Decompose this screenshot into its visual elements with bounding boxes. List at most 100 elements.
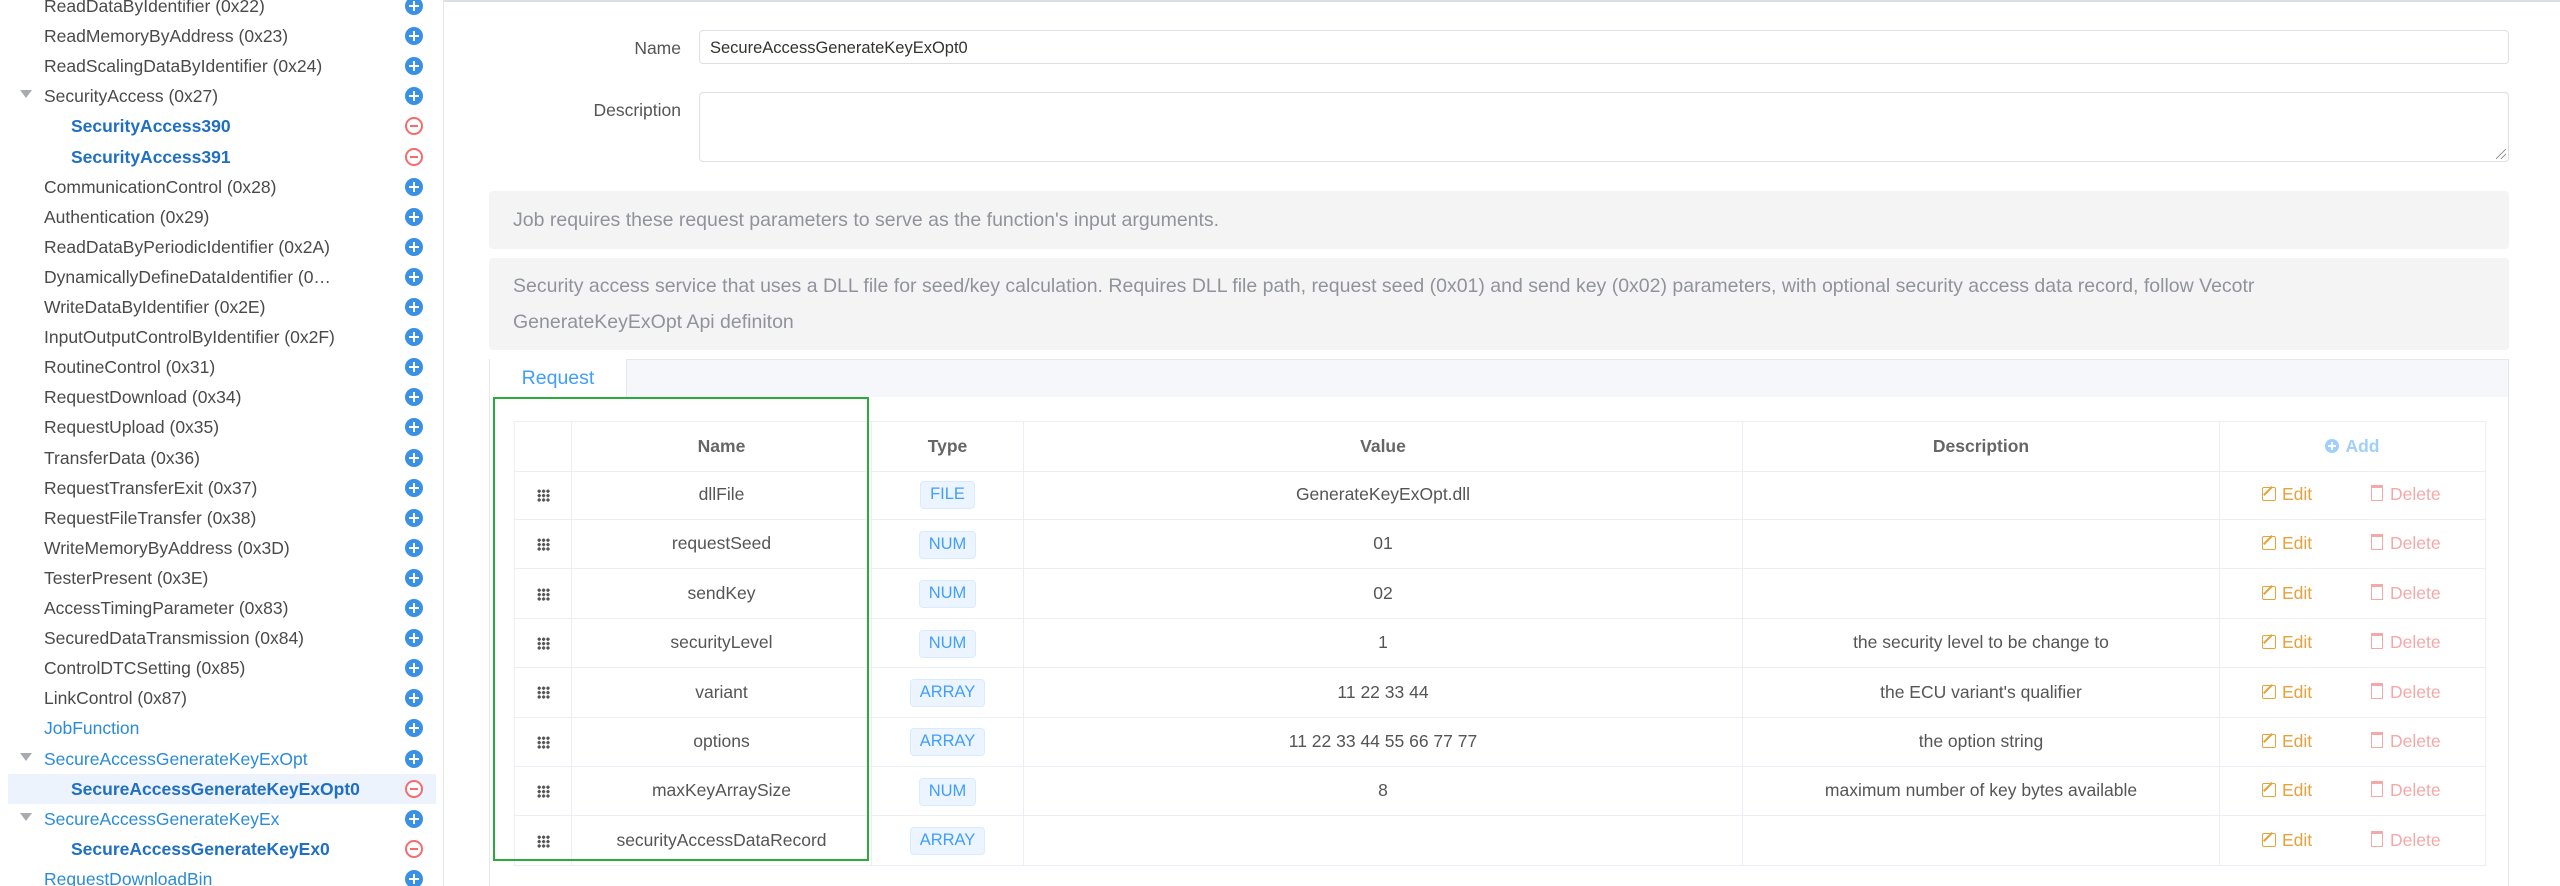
sidebar-item[interactable]: ReadMemoryByAddress (0x23) <box>0 21 443 51</box>
edit-button[interactable]: Edit <box>2262 618 2312 667</box>
sidebar-item[interactable]: WriteDataByIdentifier (0x2E) <box>0 292 443 322</box>
sidebar-item[interactable]: ControlDTCSetting (0x85) <box>0 653 443 683</box>
expand-caret-icon[interactable] <box>20 90 32 99</box>
add-circle-icon[interactable] <box>405 177 423 196</box>
edit-button[interactable]: Edit <box>2262 816 2312 865</box>
resize-grip-icon[interactable] <box>2496 149 2506 159</box>
add-circle-icon[interactable] <box>405 659 423 678</box>
delete-button[interactable]: Delete <box>2371 717 2441 766</box>
add-circle-icon[interactable] <box>405 809 423 828</box>
name-input[interactable]: SecureAccessGenerateKeyExOpt0 <box>699 30 2509 64</box>
drag-cell[interactable] <box>514 568 571 618</box>
remove-circle-icon[interactable] <box>405 147 423 166</box>
drag-cell[interactable] <box>514 470 571 519</box>
sidebar-item[interactable]: ReadScalingDataByIdentifier (0x24) <box>0 51 443 81</box>
sidebar-item[interactable]: TransferData (0x36) <box>0 443 443 473</box>
sidebar-item[interactable]: SecurityAccess391 <box>0 142 443 172</box>
add-circle-icon[interactable] <box>405 358 423 377</box>
delete-button[interactable]: Delete <box>2371 618 2441 667</box>
remove-circle-icon[interactable] <box>405 117 423 136</box>
edit-button[interactable]: Edit <box>2262 470 2312 519</box>
tab-request[interactable]: Request <box>490 359 627 397</box>
add-circle-icon[interactable] <box>405 328 423 347</box>
drag-handle-icon[interactable] <box>536 735 550 749</box>
add-circle-icon[interactable] <box>405 388 423 407</box>
edit-button[interactable]: Edit <box>2262 766 2312 815</box>
delete-button[interactable]: Delete <box>2371 470 2441 519</box>
sidebar-item[interactable]: SecureAccessGenerateKeyExOpt <box>0 744 443 774</box>
expand-caret-icon[interactable] <box>20 752 32 761</box>
sidebar-item[interactable]: SecuredDataTransmission (0x84) <box>0 623 443 653</box>
remove-circle-icon[interactable] <box>405 779 423 798</box>
service-tree-sidebar[interactable]: ReadDataByIdentifier (0x22) ReadMemoryByA… <box>0 0 444 886</box>
add-circle-icon[interactable] <box>405 749 423 768</box>
add-circle-icon[interactable] <box>405 568 423 587</box>
drag-handle-icon[interactable] <box>536 587 550 601</box>
add-circle-icon[interactable] <box>405 298 423 316</box>
add-circle-icon[interactable] <box>405 719 423 738</box>
sidebar-item[interactable]: SecureAccessGenerateKeyEx <box>0 804 443 834</box>
sidebar-item[interactable]: ReadDataByIdentifier (0x22) <box>0 0 443 21</box>
add-circle-icon[interactable] <box>405 0 423 15</box>
sidebar-item[interactable]: SecureAccessGenerateKeyExOpt0 <box>8 773 436 804</box>
add-circle-icon[interactable] <box>405 448 423 467</box>
delete-button[interactable]: Delete <box>2371 519 2441 568</box>
delete-button[interactable]: Delete <box>2371 569 2441 618</box>
sidebar-item[interactable]: DynamicallyDefineDataIdentifier (0… <box>0 262 443 292</box>
drag-handle-icon[interactable] <box>536 488 550 502</box>
drag-handle-icon[interactable] <box>536 686 550 700</box>
sidebar-item[interactable]: LinkControl (0x87) <box>0 683 443 713</box>
add-circle-icon[interactable] <box>405 478 423 497</box>
add-circle-icon[interactable] <box>405 418 423 437</box>
sidebar-item[interactable]: SecurityAccess (0x27) <box>0 81 443 111</box>
sidebar-item[interactable]: WriteMemoryByAddress (0x3D) <box>0 533 443 563</box>
delete-button[interactable]: Delete <box>2371 816 2441 865</box>
drag-cell[interactable] <box>514 717 571 766</box>
drag-handle-icon[interactable] <box>536 834 550 848</box>
sidebar-item[interactable]: RequestTransferExit (0x37) <box>0 473 443 503</box>
sidebar-item[interactable]: RequestDownload (0x34) <box>0 382 443 412</box>
sidebar-item[interactable]: RequestDownloadBin <box>0 864 443 886</box>
add-circle-icon[interactable] <box>405 508 423 527</box>
sidebar-item[interactable]: RequestUpload (0x35) <box>0 412 443 442</box>
add-circle-icon[interactable] <box>405 207 423 226</box>
drag-cell[interactable] <box>514 618 571 668</box>
add-circle-icon[interactable] <box>405 689 423 708</box>
description-textarea[interactable] <box>699 92 2509 162</box>
add-circle-icon[interactable] <box>405 599 423 617</box>
sidebar-item[interactable]: SecurityAccess390 <box>0 111 443 141</box>
add-circle-icon[interactable] <box>405 27 423 46</box>
sidebar-item[interactable]: SecureAccessGenerateKeyEx0 <box>0 834 443 864</box>
sidebar-item[interactable]: CommunicationControl (0x28) <box>0 172 443 202</box>
add-circle-icon[interactable] <box>405 629 423 648</box>
sidebar-item[interactable]: Authentication (0x29) <box>0 202 443 232</box>
delete-button[interactable]: Delete <box>2371 668 2441 717</box>
drag-cell[interactable] <box>514 815 571 865</box>
add-circle-icon[interactable] <box>405 237 423 256</box>
drag-handle-icon[interactable] <box>536 538 550 552</box>
edit-button[interactable]: Edit <box>2262 668 2312 717</box>
add-circle-icon[interactable] <box>405 57 423 76</box>
sidebar-item[interactable]: InputOutputControlByIdentifier (0x2F) <box>0 322 443 352</box>
drag-cell[interactable] <box>514 667 571 717</box>
add-circle-icon[interactable] <box>405 538 423 557</box>
drag-cell[interactable] <box>514 766 571 816</box>
sidebar-item[interactable]: JobFunction <box>0 713 443 743</box>
sidebar-item[interactable]: AccessTimingParameter (0x83) <box>0 593 443 623</box>
delete-button[interactable]: Delete <box>2371 766 2441 815</box>
drag-cell[interactable] <box>514 519 571 569</box>
sidebar-item[interactable]: ReadDataByPeriodicIdentifier (0x2A) <box>0 232 443 262</box>
edit-button[interactable]: Edit <box>2262 717 2312 766</box>
add-circle-icon[interactable] <box>405 87 423 106</box>
add-circle-icon[interactable] <box>405 869 423 886</box>
remove-circle-icon[interactable] <box>405 839 423 858</box>
drag-handle-icon[interactable] <box>536 785 550 799</box>
edit-button[interactable]: Edit <box>2262 519 2312 568</box>
drag-handle-icon[interactable] <box>536 637 550 651</box>
sidebar-item[interactable]: RoutineControl (0x31) <box>0 352 443 382</box>
sidebar-item[interactable]: RequestFileTransfer (0x38) <box>0 503 443 533</box>
expand-caret-icon[interactable] <box>20 812 32 821</box>
add-parameter-button[interactable]: Add <box>2325 436 2380 456</box>
edit-button[interactable]: Edit <box>2262 569 2312 618</box>
add-circle-icon[interactable] <box>405 267 423 286</box>
